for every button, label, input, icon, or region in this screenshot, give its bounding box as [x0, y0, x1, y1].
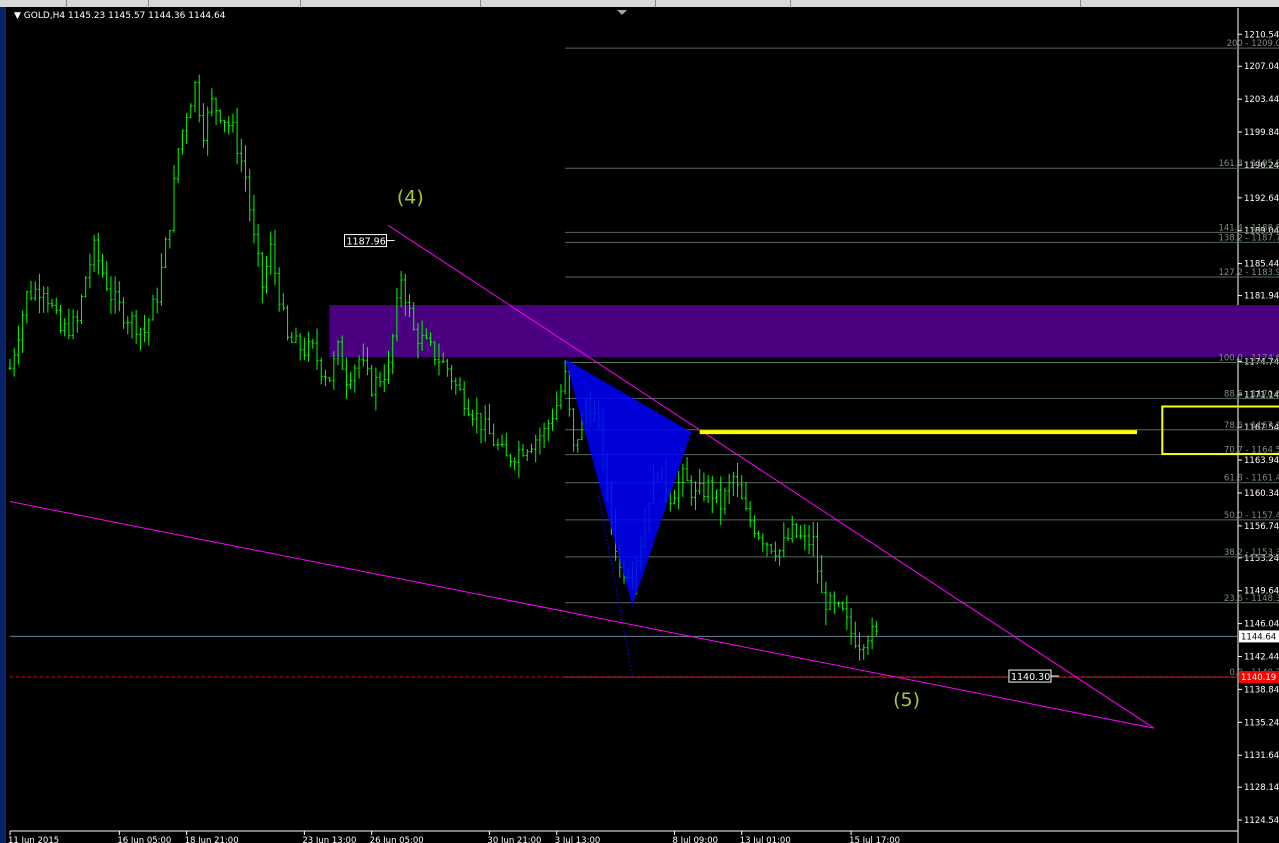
y-tick-label: 1128.14	[1244, 783, 1279, 793]
x-tick-label: 8 Jul 09:00	[672, 836, 718, 843]
x-tick-label: 15 Jul 17:00	[849, 836, 900, 843]
y-tick-label: 1181.94	[1244, 292, 1279, 302]
x-tick-label: 26 Jun 05:00	[370, 836, 424, 843]
chart: ▼ GOLD,H4 1145.23 1145.57 1144.36 1144.6…	[0, 0, 1279, 843]
supply-zone	[329, 305, 1279, 358]
fib-level-label: 138.2 - 1187.76	[1218, 233, 1279, 243]
fib-level-label: 61.8 - 1161.46	[1224, 474, 1279, 484]
x-tick-label: 30 Jun 21:00	[487, 836, 541, 843]
y-tick-label: 1156.74	[1244, 522, 1279, 532]
fib-level-label: 200 - 1209.02	[1227, 39, 1279, 49]
fib-level-label: 88.6 - 1170.69	[1224, 389, 1279, 399]
y-tick-label: 1131.64	[1244, 751, 1279, 761]
y-tick-label: 1160.34	[1244, 489, 1279, 499]
fib-level-label: 50.0 - 1157.40	[1224, 511, 1279, 521]
y-tick-label: 1207.04	[1244, 62, 1279, 72]
fib-level-label: 78.6 - 1167.25	[1224, 421, 1279, 431]
y-tick-label: 1124.54	[1244, 816, 1279, 826]
price-label: 1187.96	[346, 237, 385, 248]
x-tick-label: 18 Jun 21:00	[185, 836, 239, 843]
fib-level-label: 38.2 - 1153.34	[1224, 548, 1279, 558]
fib-level-label: 23.6 - 1148.32	[1224, 594, 1279, 604]
target-level-label: 1140.19	[1241, 673, 1276, 683]
y-tick-label: 1146.04	[1244, 620, 1279, 630]
x-tick-label: 3 Jul 13:00	[555, 836, 601, 843]
x-tick-label: 23 Jun 13:00	[302, 836, 356, 843]
fib-level-label: 100.0 - 1174.61	[1218, 354, 1279, 364]
trendline	[9, 501, 1154, 729]
x-tick-label: 16 Jun 05:00	[117, 836, 171, 843]
y-tick-label: 1163.94	[1244, 456, 1279, 466]
chart-shift-icon	[617, 10, 627, 15]
y-tick-label: 1142.44	[1244, 653, 1279, 663]
y-tick-label: 1199.84	[1244, 128, 1279, 138]
x-tick-label: 11 Jun 2015	[8, 836, 59, 843]
fib-level-label: 161.8 - 1195.88	[1218, 159, 1279, 169]
current-price-label: 1144.64	[1241, 632, 1276, 642]
y-tick-label: 1192.64	[1244, 194, 1279, 204]
fib-level-label: 141.4 - 1188.86	[1218, 223, 1279, 233]
y-tick-label: 1138.84	[1244, 685, 1279, 695]
price-chart-svg[interactable]: 1210.541207.041203.441199.841196.241192.…	[0, 0, 1279, 843]
price-label: 1140.30	[1011, 672, 1050, 683]
y-tick-label: 1135.24	[1244, 718, 1279, 728]
y-tick-label: 1203.44	[1244, 95, 1279, 105]
wave-label: (4)	[397, 187, 424, 209]
wave-label: (5)	[893, 689, 920, 711]
fib-level-label: 127.2 - 1183.97	[1218, 268, 1279, 278]
x-tick-label: 13 Jul 01:00	[740, 836, 791, 843]
